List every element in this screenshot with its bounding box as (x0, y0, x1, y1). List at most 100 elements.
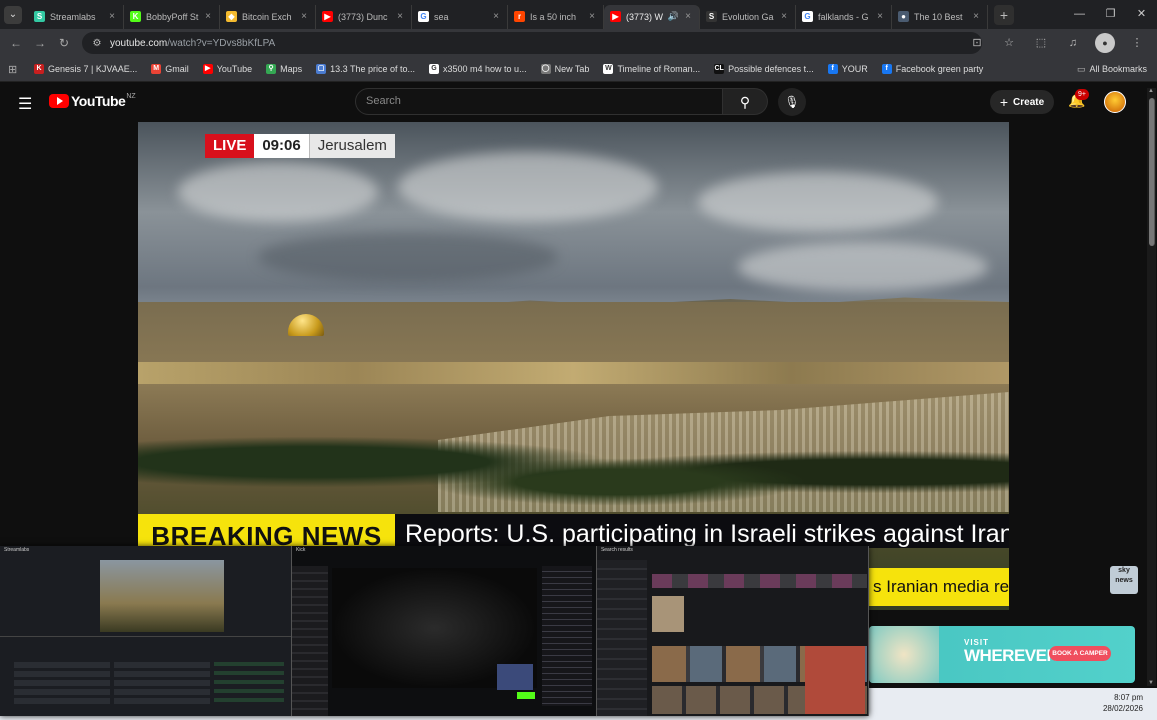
tab-favicon-icon: ● (898, 11, 909, 22)
close-tab-icon[interactable]: × (971, 11, 981, 22)
news-headline: Reports: U.S. participating in Israeli s… (395, 514, 1009, 548)
site-info-icon[interactable]: ⚙ (90, 38, 104, 49)
tab-favicon-icon: G (802, 11, 813, 22)
tab-favicon-icon: r (514, 11, 525, 22)
create-button[interactable]: + Create (990, 90, 1054, 114)
close-tab-icon[interactable]: × (203, 11, 213, 22)
page-scrollbar[interactable]: ▲ ▼ (1147, 88, 1156, 686)
thumbnail-webcam (496, 664, 533, 690)
bookmark-list: K Genesis 7 | KJVAAE... M Gmail ▶ YouTube ⚲ Map… (34, 64, 997, 74)
browser-tab[interactable]: r Is a 50 inch × (508, 4, 604, 29)
url-path: /watch?v=YDvs8bKfLPA (167, 37, 276, 49)
create-label: Create (1013, 96, 1045, 108)
live-bug: LIVE 09:06 Jerusalem (205, 134, 395, 158)
voice-search-button[interactable]: 🎙 (778, 88, 806, 116)
profile-avatar[interactable]: ● (1095, 33, 1115, 53)
tab-favicon-icon: S (706, 11, 717, 22)
bookmark-item[interactable]: f YOUR (827, 64, 868, 74)
window-controls: — ❐ ✕ (1064, 0, 1157, 29)
bookmark-favicon-icon: ▢ (316, 64, 327, 74)
news-ticker: s Iranian media rep (869, 568, 1009, 606)
live-time: 09:06 (254, 134, 309, 158)
browser-tab[interactable]: ● The 10 Best × (892, 4, 988, 29)
browser-tab[interactable]: ▶ (3773) Dunc × (316, 4, 412, 29)
close-tab-icon[interactable]: × (491, 11, 501, 22)
tab-favicon-icon: G (418, 11, 429, 22)
browser-tab[interactable]: S Streamlabs × (28, 4, 124, 29)
bookmark-item[interactable]: W Timeline of Roman... (603, 64, 700, 74)
bookmark-label: Possible defences t... (728, 64, 814, 74)
tab-favicon-icon: ▶ (610, 11, 621, 22)
bookmark-item[interactable]: CL Possible defences t... (714, 64, 814, 74)
bookmark-item[interactable]: ⚲ Maps (266, 64, 302, 74)
cloud (698, 172, 938, 232)
back-icon[interactable]: ← (4, 36, 28, 50)
browser-tab[interactable]: S Evolution Ga × (700, 4, 796, 29)
audio-playing-icon[interactable]: 🔊 (668, 11, 679, 22)
thumbnail-title: Search results (600, 547, 633, 553)
ad-banner[interactable]: VISIT WHEREVER BOOK A CAMPER (869, 626, 1135, 683)
thumbnail-video-preview (100, 560, 224, 632)
bookmark-item[interactable]: M Gmail (151, 64, 189, 74)
browser-tab[interactable]: ◆ Bitcoin Exch × (220, 4, 316, 29)
bookmark-favicon-icon: f (827, 64, 838, 74)
scroll-up-icon[interactable]: ▲ (1148, 88, 1154, 94)
bookmark-star-icon[interactable]: ☆ (999, 33, 1019, 53)
menu-icon[interactable]: ⋮ (1127, 33, 1147, 53)
bookmark-item[interactable]: ▶ YouTube (202, 64, 252, 74)
browser-tab[interactable]: Gsea × (412, 4, 508, 29)
install-app-icon[interactable]: ⊡ (967, 33, 987, 53)
youtube-logo[interactable]: YouTube NZ (49, 93, 136, 109)
minimize-icon[interactable]: — (1064, 0, 1095, 29)
new-tab-button[interactable]: + (994, 4, 1014, 25)
search-button[interactable]: ⚲ (723, 88, 768, 115)
thumbnail-panel (114, 662, 210, 706)
close-tab-icon[interactable]: × (779, 11, 789, 22)
bookmark-item[interactable]: f Facebook green party (881, 64, 983, 74)
extensions-icon[interactable]: ⬚ (1031, 33, 1051, 53)
bookmark-item[interactable]: ▢ 13.3 The price of to... (316, 64, 415, 74)
scrollbar-thumb[interactable] (1149, 98, 1155, 246)
close-tab-icon[interactable]: × (683, 11, 693, 22)
close-tab-icon[interactable]: × (299, 11, 309, 22)
close-window-icon[interactable]: ✕ (1126, 0, 1157, 29)
close-tab-icon[interactable]: × (395, 11, 405, 22)
restore-icon[interactable]: ❐ (1095, 0, 1126, 29)
forward-icon[interactable]: → (28, 36, 52, 50)
tab-favicon-icon: K (130, 11, 141, 22)
bookmark-label: x3500 m4 how to u... (443, 64, 527, 74)
bookmark-item[interactable]: K Genesis 7 | KJVAAE... (34, 64, 137, 74)
taskbar-clock[interactable]: 8:07 pm 28/02/2026 (1103, 692, 1143, 714)
thumbnail-window[interactable]: Streamlabs (0, 546, 292, 716)
close-tab-icon[interactable]: × (107, 11, 117, 22)
tab-title: falklands - G (818, 11, 869, 22)
tab-search-icon[interactable]: ⌄ (4, 5, 22, 24)
search-input[interactable]: Search (355, 88, 723, 115)
browser-tab[interactable]: ▶ (3773) W 🔊 × (604, 4, 700, 29)
bookmark-favicon-icon: M (151, 64, 162, 74)
book-camper-button[interactable]: BOOK A CAMPER (1049, 646, 1111, 661)
media-controls-icon[interactable]: ♫ (1063, 33, 1083, 53)
thumbnail-sidebar (596, 560, 647, 716)
address-bar[interactable]: ⚙ youtube.com/watch?v=YDvs8bKfLPA (82, 32, 982, 54)
all-bookmarks[interactable]: ▭ All Bookmarks (1077, 64, 1147, 75)
reload-icon[interactable]: ↻ (52, 36, 76, 50)
tab-title: BobbyPoff St (146, 11, 199, 22)
scroll-down-icon[interactable]: ▼ (1148, 680, 1154, 686)
account-avatar[interactable] (1104, 91, 1126, 113)
browser-tab[interactable]: K BobbyPoff St × (124, 4, 220, 29)
apps-grid-icon[interactable]: ⊞ (8, 63, 22, 76)
bookmark-label: Maps (280, 64, 303, 74)
video-player[interactable]: LIVE 09:06 Jerusalem BREAKING NEWS Repor… (138, 122, 1009, 610)
close-tab-icon[interactable]: × (875, 11, 885, 22)
guide-menu-icon[interactable]: ☰ (18, 94, 32, 114)
thumbnail-window[interactable]: Search results (596, 546, 869, 716)
bookmark-favicon-icon: K (34, 64, 44, 74)
close-tab-icon[interactable]: × (587, 11, 597, 22)
browser-tab[interactable]: Gfalklands - G × (796, 4, 892, 29)
thumbnail-window[interactable]: Kick (291, 546, 597, 716)
bookmark-item[interactable]: Gx3500 m4 how to u... (429, 64, 527, 74)
cloud (178, 162, 378, 222)
cloud (258, 232, 558, 282)
bookmark-item[interactable]: ◯ New Tab (540, 64, 589, 74)
